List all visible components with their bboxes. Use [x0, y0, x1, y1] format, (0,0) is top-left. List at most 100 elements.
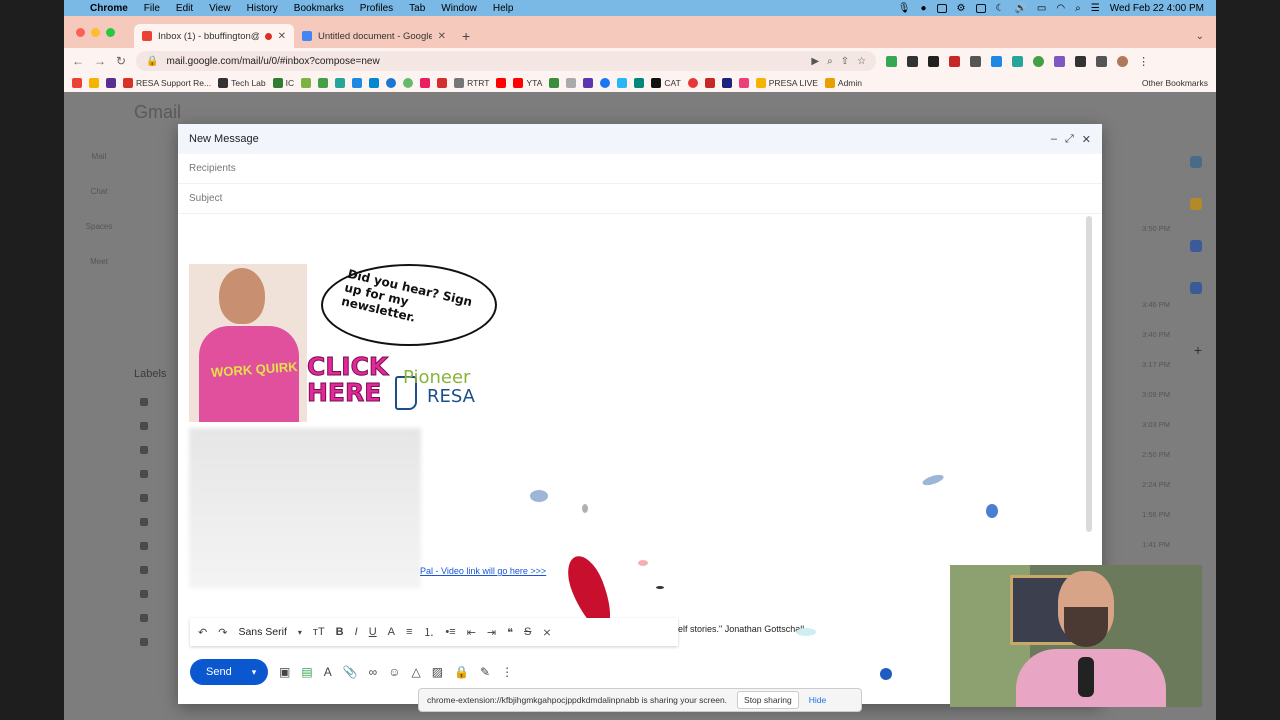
- bookmark-icon[interactable]: [403, 78, 414, 88]
- more-options-icon[interactable]: ⋮: [501, 665, 513, 679]
- signature-icon[interactable]: ✎: [480, 665, 490, 679]
- bookmark-icon[interactable]: [437, 78, 448, 88]
- star-icon[interactable]: ☆: [857, 56, 866, 67]
- rail-meet[interactable]: Meet: [74, 257, 124, 266]
- other-bookmarks[interactable]: Other Bookmarks: [1142, 78, 1208, 88]
- bookmark-icon[interactable]: [369, 78, 380, 88]
- bookmark-icon[interactable]: [386, 78, 397, 88]
- bookmark-icon[interactable]: [721, 78, 732, 88]
- menu-tab[interactable]: Tab: [409, 3, 425, 14]
- bookmark[interactable]: PRESA LIVE: [755, 78, 818, 88]
- tab-search-icon[interactable]: ⌄: [1196, 31, 1204, 42]
- facebook-icon[interactable]: [600, 78, 611, 88]
- mic-icon[interactable]: 🎙: [898, 3, 911, 14]
- tab-gmail[interactable]: Inbox (1) - bbuffington@p ✕: [134, 24, 294, 48]
- close-window-icon[interactable]: [76, 28, 85, 37]
- bookmark[interactable]: YTA: [513, 78, 542, 88]
- wifi-icon[interactable]: ◠: [1056, 3, 1065, 14]
- menu-window[interactable]: Window: [441, 3, 477, 14]
- close-icon[interactable]: ✕: [1082, 133, 1091, 146]
- extension-icon[interactable]: [1054, 55, 1066, 67]
- gear-icon[interactable]: ⚙: [957, 3, 966, 14]
- minimize-icon[interactable]: –: [1051, 133, 1057, 146]
- menu-history[interactable]: History: [247, 3, 278, 14]
- extension-icon[interactable]: [1012, 55, 1024, 67]
- font-select[interactable]: Sans Serif: [238, 626, 286, 638]
- extension-icon[interactable]: [886, 55, 898, 67]
- remove-formatting-icon[interactable]: ⨯: [542, 626, 551, 639]
- underline-icon[interactable]: U: [369, 626, 377, 638]
- zoom-window-icon[interactable]: [106, 28, 115, 37]
- recipients-field[interactable]: Recipients: [178, 154, 1102, 184]
- screen-icon[interactable]: [936, 3, 947, 13]
- indent-more-icon[interactable]: ⇥: [487, 626, 496, 639]
- video-link[interactable]: Pal - Video link will go here >>>: [420, 566, 546, 576]
- rail-spaces[interactable]: Spaces: [74, 222, 124, 231]
- chevron-down-icon[interactable]: ▾: [252, 667, 257, 678]
- indent-less-icon[interactable]: ⇤: [467, 626, 476, 639]
- drive-icon[interactable]: △: [411, 665, 420, 679]
- chevron-down-icon[interactable]: ▾: [298, 628, 302, 637]
- redo-icon[interactable]: ↷: [218, 626, 227, 639]
- battery-icon[interactable]: ▭: [1037, 3, 1046, 14]
- subject-field[interactable]: Subject: [178, 184, 1102, 214]
- minimize-window-icon[interactable]: [91, 28, 100, 37]
- bookmark-icon[interactable]: [687, 78, 698, 88]
- back-icon[interactable]: ←: [72, 54, 84, 68]
- align-icon[interactable]: ≡: [406, 626, 412, 638]
- hide-button[interactable]: Hide: [809, 695, 826, 705]
- url-text[interactable]: mail.google.com/mail/u/0/#inbox?compose=…: [167, 56, 804, 67]
- extension-icon[interactable]: [907, 55, 919, 67]
- menu-view[interactable]: View: [209, 3, 231, 14]
- bookmark[interactable]: RTRT: [454, 78, 489, 88]
- share-icon[interactable]: ⇧: [841, 56, 849, 67]
- tasks-icon[interactable]: [1190, 240, 1202, 252]
- menu-help[interactable]: Help: [493, 3, 514, 14]
- extension-icon[interactable]: [991, 55, 1003, 67]
- bookmark-icon[interactable]: [704, 78, 715, 88]
- bookmark[interactable]: CAT: [651, 78, 681, 88]
- control-center-icon[interactable]: ☰: [1091, 3, 1100, 14]
- keep-icon[interactable]: [1190, 198, 1202, 210]
- close-tab-icon[interactable]: ✕: [278, 31, 286, 42]
- stop-sharing-button[interactable]: Stop sharing: [737, 691, 799, 709]
- text-color-icon[interactable]: A: [388, 626, 395, 638]
- record-icon[interactable]: ●: [920, 3, 926, 14]
- bookmark-icon[interactable]: [738, 78, 749, 88]
- close-tab-icon[interactable]: ✕: [438, 31, 446, 42]
- strikethrough-icon[interactable]: S: [524, 626, 531, 638]
- compose-header[interactable]: New Message – ⤢ ✕: [178, 124, 1102, 154]
- bookmark-icon[interactable]: [318, 78, 329, 88]
- menu-file[interactable]: File: [144, 3, 160, 14]
- newsletter-banner-image[interactable]: WORK QUIRK Did you hear? Sign up for my …: [189, 264, 499, 422]
- volume-icon[interactable]: 🔊: [1014, 3, 1026, 14]
- contacts-icon[interactable]: [1190, 282, 1202, 294]
- quote-icon[interactable]: ❝: [507, 626, 513, 639]
- extension-icon[interactable]: [1033, 55, 1045, 67]
- forward-icon[interactable]: →: [94, 54, 106, 68]
- tab-docs[interactable]: Untitled document - Google D ✕: [294, 24, 454, 48]
- extension-icon[interactable]: [970, 55, 982, 67]
- bookmark-icon[interactable]: [335, 78, 346, 88]
- message-body[interactable]: WORK QUIRK Did you hear? Sign up for my …: [178, 214, 1084, 680]
- bookmark[interactable]: [72, 78, 82, 88]
- bookmark-icon[interactable]: [583, 78, 594, 88]
- bookmark-icon[interactable]: [566, 78, 577, 88]
- bookmark[interactable]: Tech Lab: [218, 78, 266, 88]
- lock-icon[interactable]: 🔒: [146, 56, 158, 67]
- italic-icon[interactable]: I: [355, 626, 358, 638]
- attach-icon[interactable]: 📎: [343, 665, 358, 679]
- reload-icon[interactable]: ↻: [116, 54, 126, 68]
- menu-bookmarks[interactable]: Bookmarks: [294, 3, 344, 14]
- expand-icon[interactable]: ⤢: [1065, 133, 1074, 146]
- body-scrollbar[interactable]: [1086, 216, 1092, 532]
- add-app-icon[interactable]: +: [1194, 342, 1202, 358]
- font-size-icon[interactable]: тT: [313, 626, 325, 638]
- datetime[interactable]: Wed Feb 22 4:00 PM: [1110, 3, 1204, 14]
- bold-icon[interactable]: B: [336, 626, 344, 638]
- camera-icon[interactable]: ▶: [811, 56, 819, 67]
- extension-icon[interactable]: [928, 55, 940, 67]
- rail-chat[interactable]: Chat: [74, 187, 124, 196]
- address-bar[interactable]: 🔒 mail.google.com/mail/u/0/#inbox?compos…: [136, 51, 877, 71]
- rail-mail[interactable]: Mail: [74, 152, 124, 161]
